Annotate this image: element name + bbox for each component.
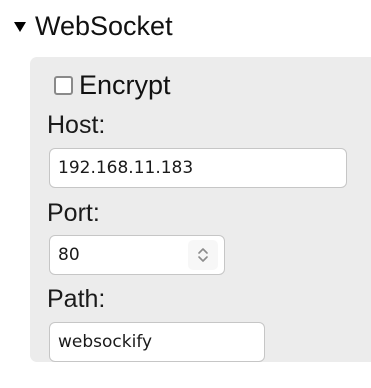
path-input[interactable]: websockify [49, 322, 265, 362]
section-title: WebSocket [35, 10, 173, 41]
websocket-section-toggle[interactable]: WebSocket [14, 4, 173, 48]
host-input[interactable]: 192.168.11.183 [49, 148, 347, 188]
triangle-down-icon[interactable] [14, 22, 26, 32]
path-label: Path: [47, 285, 106, 313]
encrypt-option[interactable]: Encrypt [54, 68, 171, 102]
host-label: Host: [47, 111, 106, 139]
port-input[interactable]: 80 [49, 235, 225, 275]
encrypt-label[interactable]: Encrypt [79, 71, 171, 99]
spinner-icon[interactable] [188, 240, 218, 270]
port-label: Port: [47, 199, 100, 227]
path-value: websockify [58, 332, 153, 352]
encrypt-checkbox[interactable] [54, 75, 73, 95]
host-value: 192.168.11.183 [58, 158, 194, 178]
port-value: 80 [58, 245, 80, 265]
